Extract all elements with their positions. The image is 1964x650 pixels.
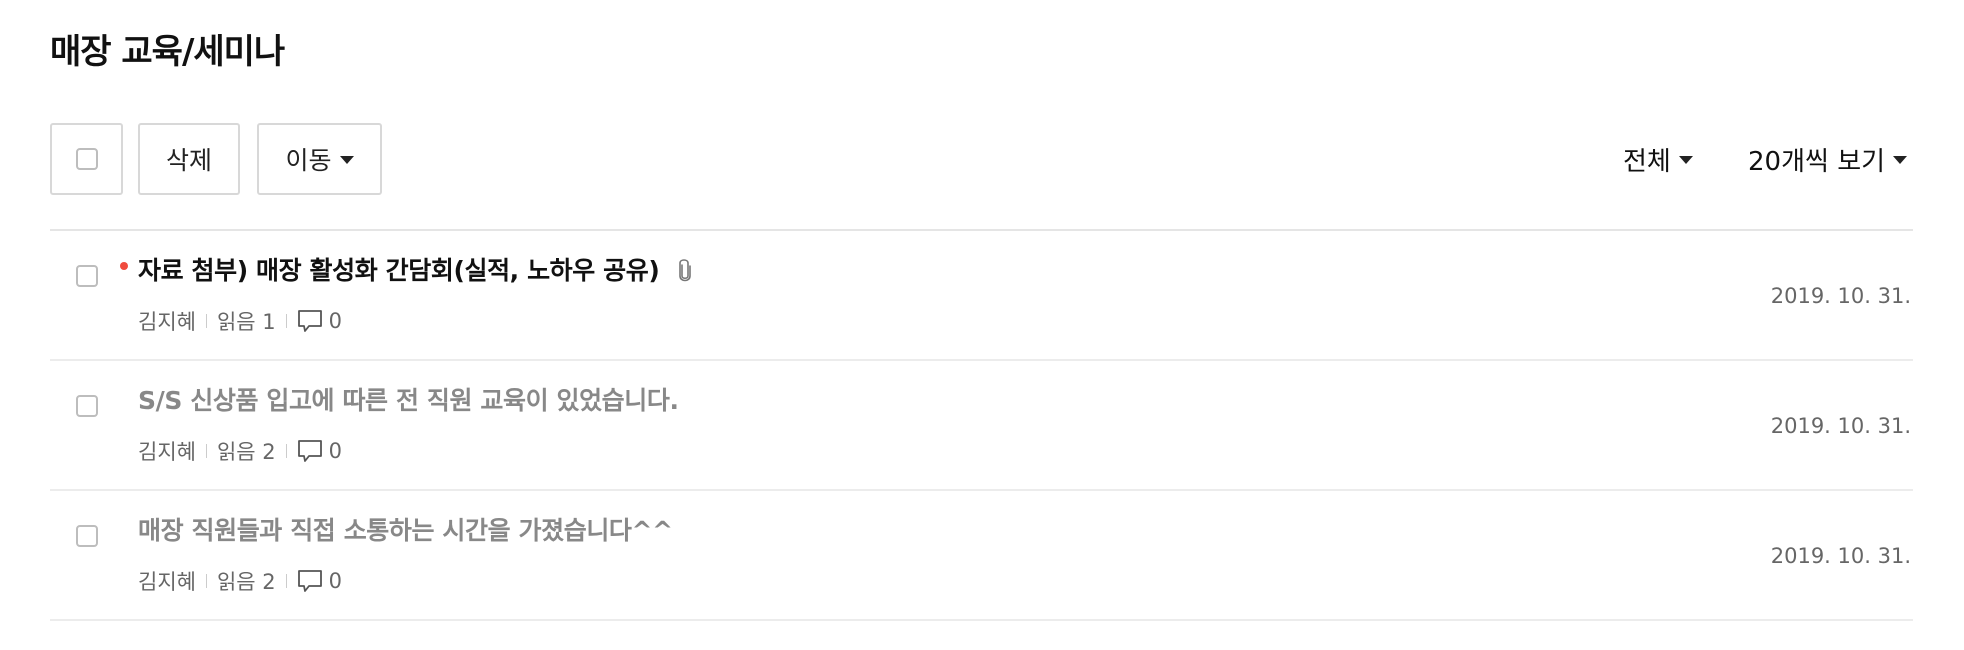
post-row-1[interactable]: 자료 첨부) 매장 활성화 간담회(실적, 노하우 공유) 김지혜 읽음 1 0… [50, 231, 1913, 361]
speech-bubble-icon[interactable] [297, 568, 323, 594]
toolbar: 삭제 이동 전체 20개씩 보기 [50, 123, 1913, 195]
page-size-dropdown-label: 20개씩 보기 [1748, 146, 1886, 177]
post-comment-count[interactable]: 0 [329, 309, 342, 333]
post-meta: 김지혜 읽음 2 0 [138, 564, 342, 598]
caret-down-icon [1678, 156, 1693, 164]
post-title-line: S/S 신상품 입고에 따른 전 직원 교육이 있었습니다. [138, 383, 679, 419]
post-meta: 김지혜 읽음 2 0 [138, 434, 342, 468]
caret-down-icon [339, 156, 354, 164]
post-date: 2019. 10. 31. [1770, 414, 1911, 438]
post-comment-count[interactable]: 0 [329, 439, 342, 463]
meta-divider [205, 574, 207, 588]
post-title-line: 자료 첨부) 매장 활성화 간담회(실적, 노하우 공유) [138, 253, 693, 289]
caret-down-icon [1893, 156, 1908, 164]
paperclip-icon [679, 259, 692, 282]
board-page: 매장 교육/세미나 삭제 이동 전체 20개씩 보기 자료 첨부) 매장 활성화… [0, 0, 1964, 650]
post-checkbox[interactable] [76, 525, 98, 547]
page-size-dropdown[interactable]: 20개씩 보기 [1748, 123, 1908, 195]
post-author[interactable]: 김지혜 [138, 306, 196, 336]
select-all-button[interactable] [50, 123, 123, 195]
delete-button[interactable]: 삭제 [138, 123, 240, 195]
post-read-count: 읽음 1 [216, 310, 276, 334]
meta-divider [205, 444, 207, 458]
meta-divider [285, 314, 287, 328]
post-comment-count[interactable]: 0 [329, 569, 342, 593]
post-read-count: 읽음 2 [216, 570, 276, 594]
move-button-label: 이동 [285, 146, 332, 175]
post-author[interactable]: 김지혜 [138, 566, 196, 596]
filter-dropdown[interactable]: 전체 [1623, 123, 1693, 195]
post-date: 2019. 10. 31. [1770, 284, 1911, 308]
post-title-link[interactable]: S/S 신상품 입고에 따른 전 직원 교육이 있었습니다. [138, 383, 679, 419]
meta-divider [205, 314, 207, 328]
post-title-line: 매장 직원들과 직접 소통하는 시간을 가졌습니다^^ [138, 513, 673, 549]
post-checkbox[interactable] [76, 265, 98, 287]
post-checkbox[interactable] [76, 395, 98, 417]
post-row-2[interactable]: S/S 신상품 입고에 따른 전 직원 교육이 있었습니다. 김지혜 읽음 2 … [50, 361, 1913, 491]
post-title-link[interactable]: 자료 첨부) 매장 활성화 간담회(실적, 노하우 공유) [138, 253, 660, 289]
move-button[interactable]: 이동 [257, 123, 382, 195]
select-all-checkbox[interactable] [75, 148, 98, 170]
red-dot-icon [120, 262, 128, 270]
speech-bubble-icon[interactable] [297, 438, 323, 464]
post-list: 자료 첨부) 매장 활성화 간담회(실적, 노하우 공유) 김지혜 읽음 1 0… [50, 231, 1913, 621]
post-title-link[interactable]: 매장 직원들과 직접 소통하는 시간을 가졌습니다^^ [138, 513, 673, 549]
meta-divider [285, 444, 287, 458]
filter-dropdown-label: 전체 [1623, 146, 1671, 177]
post-date: 2019. 10. 31. [1770, 544, 1911, 568]
speech-bubble-icon[interactable] [297, 308, 323, 334]
page-title: 매장 교육/세미나 [50, 32, 285, 72]
post-meta: 김지혜 읽음 1 0 [138, 304, 342, 338]
post-author[interactable]: 김지혜 [138, 436, 196, 466]
meta-divider [285, 574, 287, 588]
post-read-count: 읽음 2 [216, 440, 276, 464]
post-row-3[interactable]: 매장 직원들과 직접 소통하는 시간을 가졌습니다^^ 김지혜 읽음 2 0 2… [50, 491, 1913, 621]
